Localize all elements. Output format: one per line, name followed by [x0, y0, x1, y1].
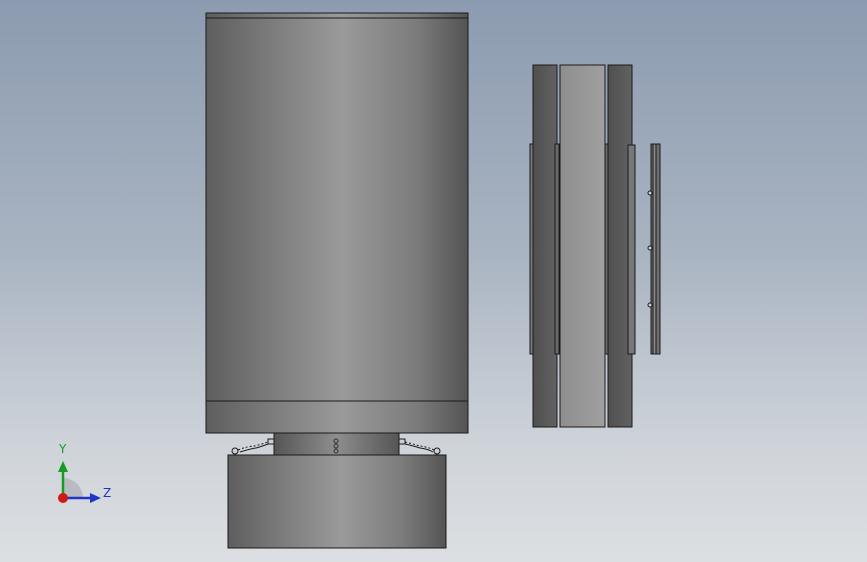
- thin-strip[interactable]: [627, 144, 636, 355]
- triad-y-arrow: [58, 461, 68, 472]
- spring-clip-left[interactable]: [231, 438, 275, 455]
- bar-pin-top[interactable]: [647, 190, 653, 196]
- cylinder-bottom-band[interactable]: [205, 400, 469, 434]
- bar-pin-middle[interactable]: [647, 245, 653, 251]
- triad-z-arrow: [90, 493, 101, 503]
- spring-clip-right[interactable]: [398, 438, 441, 455]
- bar-pin-bottom[interactable]: [647, 302, 653, 308]
- side-view[interactable]: [529, 64, 661, 428]
- coordinate-triad: [58, 461, 101, 503]
- front-view[interactable]: [205, 12, 469, 549]
- side-center-plate[interactable]: [559, 64, 606, 428]
- model-canvas[interactable]: [0, 0, 867, 562]
- base-cylinder[interactable]: [227, 454, 447, 549]
- side-outer-plate-left[interactable]: [532, 64, 558, 428]
- main-cylinder-top-rim[interactable]: [205, 12, 469, 19]
- graphics-viewport[interactable]: Y Z: [0, 0, 867, 562]
- side-inner-step-left[interactable]: [554, 143, 560, 355]
- triad-z-label: Z: [103, 486, 112, 500]
- detached-bar-inner: [652, 143, 657, 355]
- main-cylinder[interactable]: [205, 17, 469, 402]
- triad-x-axis: [58, 493, 68, 503]
- triad-y-label: Y: [59, 442, 67, 456]
